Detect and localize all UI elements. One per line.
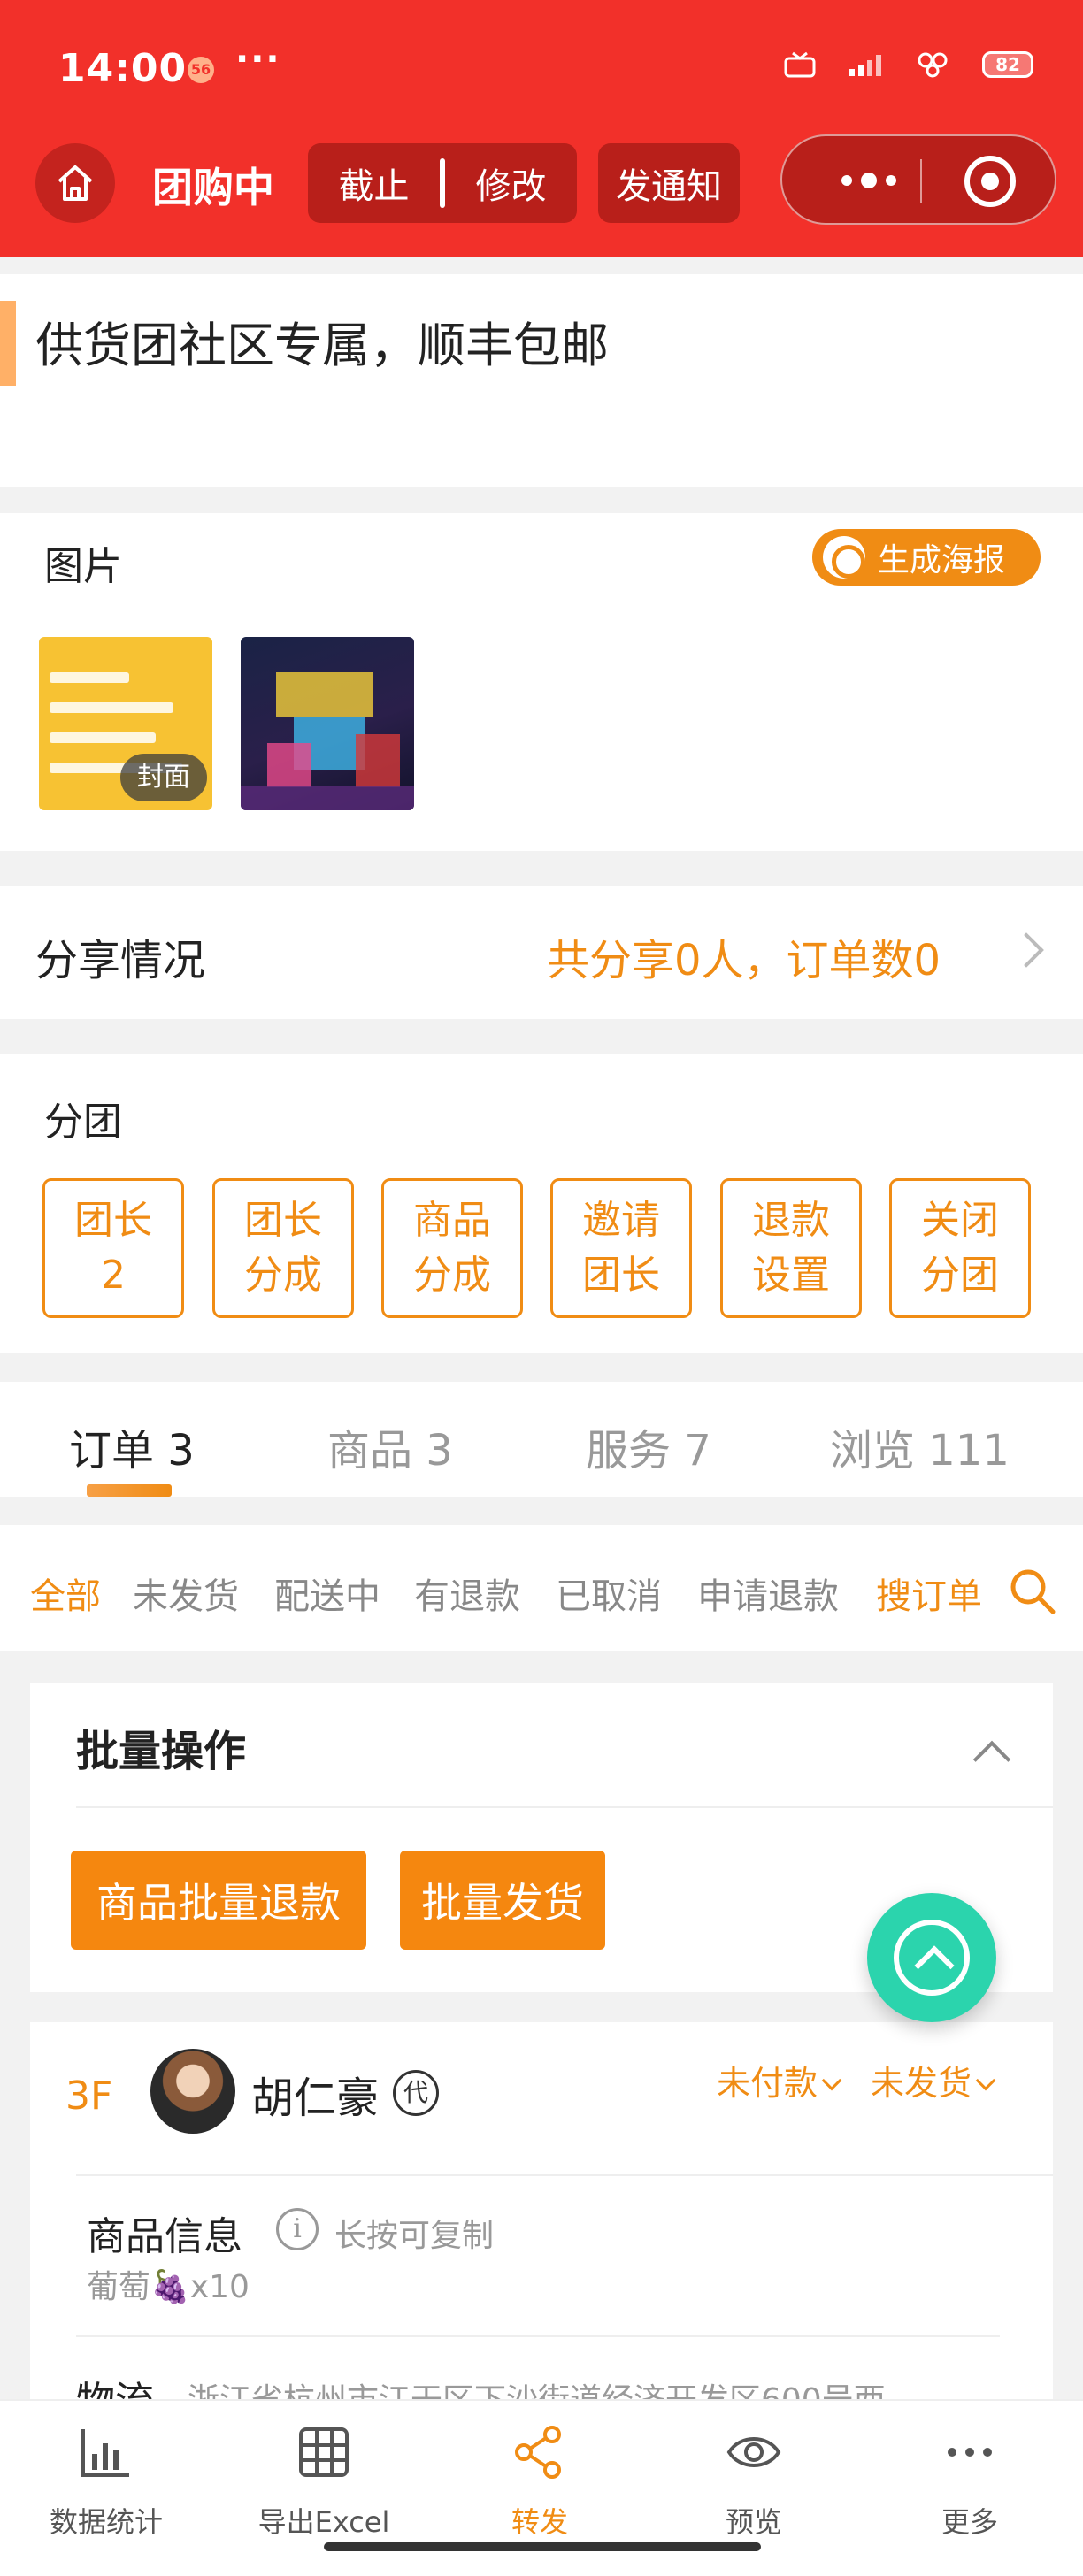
- avatar: [150, 2049, 235, 2134]
- image-thumbnail-cover[interactable]: 封面: [39, 637, 212, 810]
- share-value: 共分享0人，订单数0: [547, 936, 941, 985]
- notification-badge: 56: [188, 57, 214, 83]
- more-icon: [948, 2448, 992, 2457]
- share-label: 分享情况: [35, 936, 206, 985]
- search-orders-button[interactable]: 搜订单: [876, 1568, 982, 1619]
- order-filter-bar: 全部 未发货 配送中 有退款 已取消 申请退款 搜订单: [0, 1525, 1083, 1651]
- deadline-edit-group: 截止 修改: [308, 143, 577, 223]
- deadline-button[interactable]: 截止: [308, 157, 440, 209]
- bar-chart-icon: [81, 2429, 129, 2477]
- stats-button[interactable]: 数据统计: [9, 2424, 204, 2541]
- info-icon: i: [276, 2208, 319, 2250]
- tv-icon: [784, 51, 816, 78]
- pay-status-dropdown[interactable]: 未付款: [717, 2056, 842, 2104]
- scroll-top-button[interactable]: [867, 1893, 996, 2022]
- batch-title: 批量操作: [76, 1727, 247, 1776]
- subgroup-card: 分团 团长 2 团长 分成 商品 分成 邀请 团长 退款 设置 关闭 分团: [0, 1054, 1083, 1353]
- order-floor: 3F: [65, 2074, 113, 2119]
- batch-refund-button[interactable]: 商品批量退款: [71, 1851, 366, 1950]
- eye-icon: [726, 2437, 781, 2467]
- refund-settings-button[interactable]: 退款 设置: [720, 1178, 862, 1318]
- goods-info-label: 商品信息: [87, 2214, 242, 2259]
- close-subgroup-button[interactable]: 关闭 分团: [889, 1178, 1031, 1318]
- share-stats-row[interactable]: 分享情况 共分享0人，订单数0: [0, 886, 1083, 1019]
- status-time: 14:00: [58, 46, 188, 91]
- header: 14:00 56 ··· 82 团购中 截止 修改 发通知: [0, 0, 1083, 257]
- table-icon: [299, 2427, 349, 2477]
- chevron-down-icon: [975, 2070, 996, 2091]
- goods-commission-button[interactable]: 商品 分成: [381, 1178, 523, 1318]
- generate-poster-label: 生成海报: [878, 542, 1006, 579]
- system-icons: 82: [780, 51, 1033, 78]
- capsule-close-icon[interactable]: [964, 156, 1016, 207]
- pictures-label: 图片: [44, 544, 122, 589]
- invite-leader-button[interactable]: 邀请 团长: [550, 1178, 692, 1318]
- arrow-up-icon: [894, 1920, 970, 1996]
- battery-icon: 82: [982, 51, 1033, 78]
- more-button[interactable]: 更多: [872, 2424, 1067, 2541]
- leader-count-button[interactable]: 团长 2: [42, 1178, 184, 1318]
- ship-status-dropdown[interactable]: 未发货: [871, 2056, 996, 2104]
- preview-button[interactable]: 预览: [657, 2424, 851, 2541]
- home-button[interactable]: [35, 143, 115, 223]
- search-icon[interactable]: [1007, 1566, 1056, 1615]
- filter-refunded[interactable]: 有退款: [414, 1568, 520, 1619]
- notify-button[interactable]: 发通知: [598, 143, 740, 223]
- export-excel-button[interactable]: 导出Excel: [227, 2424, 421, 2541]
- chevron-up-icon[interactable]: [972, 1740, 1011, 1779]
- customer-name: 胡仁豪: [251, 2074, 380, 2123]
- page-title: 团购中: [152, 164, 274, 211]
- edit-button[interactable]: 修改: [445, 157, 577, 209]
- filter-delivering[interactable]: 配送中: [274, 1568, 380, 1619]
- capsule-more-icon[interactable]: [825, 161, 913, 200]
- aperture-icon: [823, 536, 865, 579]
- status-bar: 14:00 56 ··· 82: [0, 0, 1083, 133]
- order-card: 3F 胡仁豪 代 未付款 未发货 商品信息 i 长按可复制 葡萄🍇x10 物流 …: [30, 2022, 1053, 2424]
- generate-poster-button[interactable]: 生成海报: [812, 529, 1041, 586]
- filter-cancelled[interactable]: 已取消: [556, 1568, 662, 1619]
- status-more-icon: ···: [235, 39, 281, 80]
- chevron-right-icon: [1009, 932, 1044, 968]
- tab-services[interactable]: 服务 7: [586, 1415, 711, 1477]
- tab-goods[interactable]: 商品 3: [327, 1415, 453, 1477]
- home-indicator: [324, 2542, 761, 2551]
- active-tab-indicator: [87, 1484, 172, 1497]
- tab-orders[interactable]: 订单 3: [69, 1415, 195, 1477]
- proxy-badge: 代: [393, 2070, 439, 2116]
- batch-ship-button[interactable]: 批量发货: [400, 1851, 605, 1950]
- cover-tag: 封面: [120, 754, 207, 801]
- tab-views[interactable]: 浏览 111: [830, 1415, 1010, 1477]
- nav-bar: 团购中 截止 修改 发通知: [0, 133, 1083, 239]
- filter-unshipped[interactable]: 未发货: [133, 1568, 239, 1619]
- tab-bar: 订单 3 商品 3 服务 7 浏览 111: [0, 1382, 1083, 1497]
- image-thumbnail[interactable]: [241, 637, 414, 810]
- miniprogram-capsule: [780, 134, 1056, 225]
- group-title: 供货团社区专属，顺丰包邮: [35, 318, 609, 373]
- copy-hint: 长按可复制: [334, 2218, 495, 2254]
- wifi-icon: [918, 52, 948, 78]
- forward-button[interactable]: 转发: [442, 2424, 637, 2541]
- pictures-card: 图片 生成海报 封面: [0, 513, 1083, 851]
- title-accent-bar: [0, 301, 16, 386]
- signal-icon: [849, 55, 881, 76]
- leader-commission-button[interactable]: 团长 分成: [212, 1178, 354, 1318]
- filter-all[interactable]: 全部: [30, 1568, 101, 1619]
- share-icon: [515, 2426, 561, 2479]
- filter-refund-requested[interactable]: 申请退款: [697, 1568, 839, 1619]
- subgroup-label: 分团: [44, 1100, 122, 1145]
- chevron-down-icon: [821, 2070, 842, 2091]
- goods-info-value[interactable]: 葡萄🍇x10: [87, 2261, 250, 2307]
- title-card: 供货团社区专属，顺丰包邮: [0, 274, 1083, 487]
- home-icon: [58, 165, 93, 201]
